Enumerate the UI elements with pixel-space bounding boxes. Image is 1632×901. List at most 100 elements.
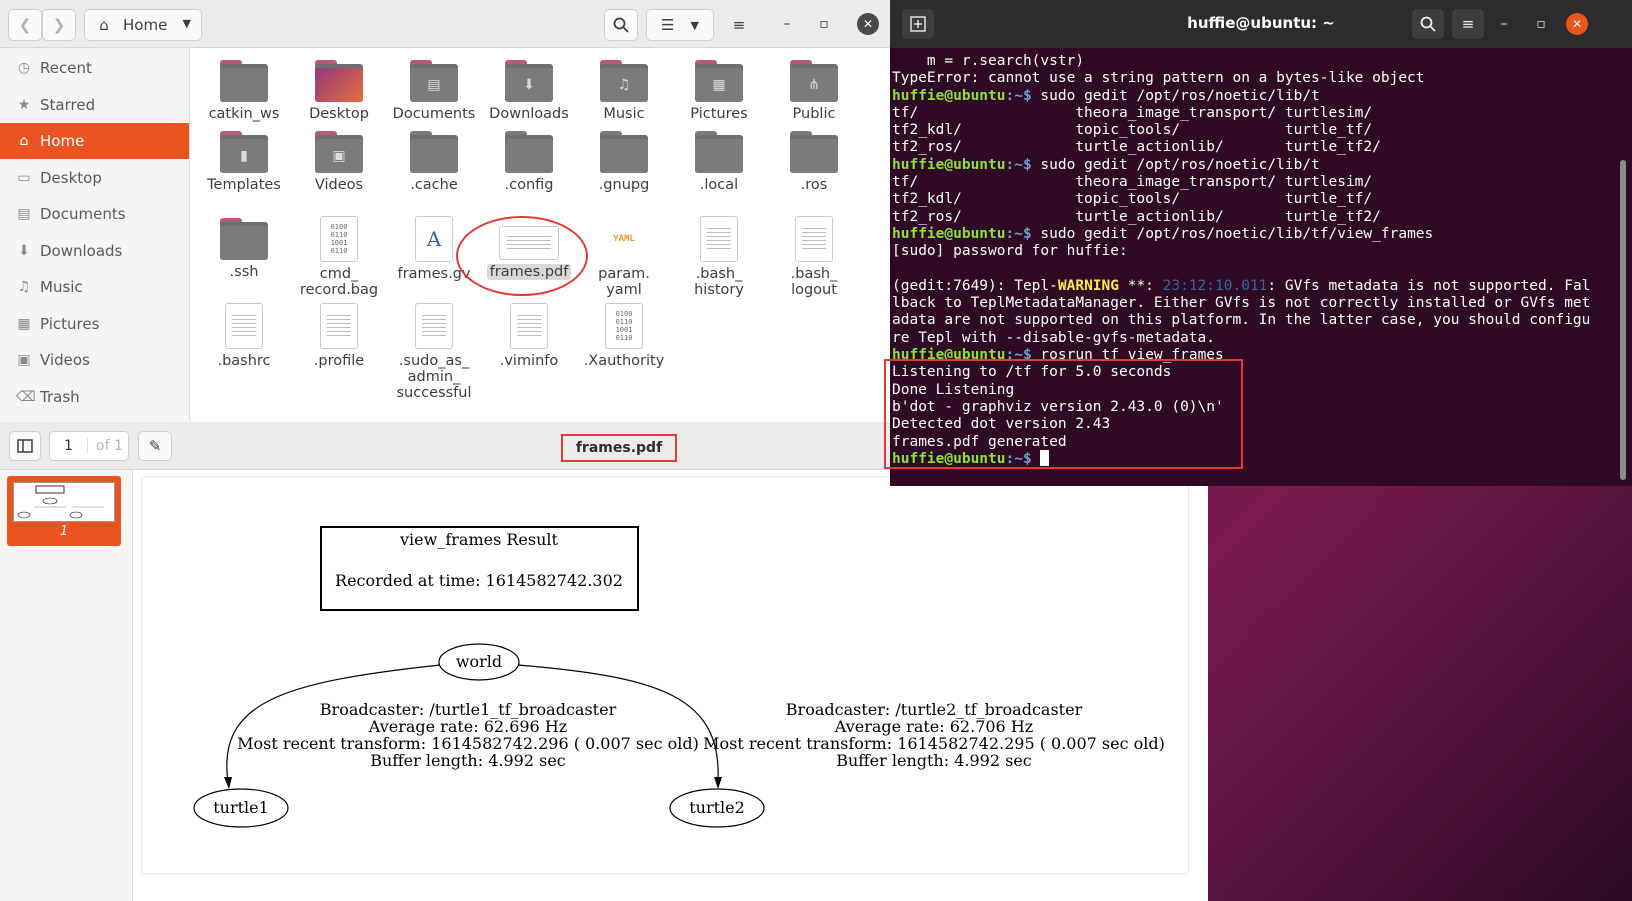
places-sidebar: ◷ Recent ★ Starred ⌂ Home ▭ Desktop ▤ Documents ⬇ D… — [0, 48, 190, 422]
minimize-icon: – — [1500, 16, 1508, 32]
sidebar-item-documents[interactable]: ▤ Documents — [0, 196, 189, 232]
file-label: Documents — [392, 106, 476, 122]
tf-frames-graph: view_frames Result Recorded at time: 161… — [193, 526, 1165, 828]
terminal-scrollbar[interactable] — [1620, 160, 1626, 480]
terminal-minimize-button[interactable]: – — [1493, 13, 1515, 35]
close-icon: ✕ — [1571, 17, 1583, 31]
annotate-button[interactable]: ✎ — [138, 431, 172, 461]
terminal-line: tf/ theora_image_transport/ turtlesim/ — [892, 104, 1610, 121]
sidebar-item-label: Music — [40, 278, 83, 296]
terminal-close-button[interactable]: ✕ — [1566, 13, 1588, 35]
file-item-public[interactable]: ⋔ Public — [766, 50, 862, 122]
file-item-desktop[interactable]: Desktop — [291, 50, 387, 122]
file-item-cmd-record-bag[interactable]: 0100 0110 1001 0110 cmd_ record.bag — [291, 208, 387, 298]
download-icon: ⬇ — [18, 242, 30, 259]
sidebar-item-videos[interactable]: ▣ Videos — [0, 342, 189, 378]
output-text: tf2_ros/ turtle_actionlib/ turtle_tf2/ — [892, 208, 1381, 225]
sidebar-item-trash[interactable]: ⌫ Trash — [0, 379, 189, 415]
close-button[interactable]: ✕ — [857, 13, 879, 35]
file-item-dot-local[interactable]: .local — [671, 121, 767, 193]
file-item-pictures[interactable]: ▦ Pictures — [671, 50, 767, 122]
minimize-button[interactable]: – — [776, 13, 798, 35]
sidebar-item-home[interactable]: ⌂ Home — [0, 123, 189, 159]
view-options-button[interactable]: ☰ ▼ — [646, 9, 714, 41]
file-item-dot-bash-logout[interactable]: .bash_ logout — [766, 208, 862, 298]
trash-icon: ⌫ — [16, 388, 36, 405]
sidebar-item-label: Starred — [40, 95, 96, 114]
list-view-icon: ☰ — [661, 16, 675, 34]
file-item-dot-cache[interactable]: .cache — [386, 121, 482, 193]
menu-button[interactable]: ≡ — [722, 9, 756, 41]
thumbnail-sidebar: 1 — [0, 470, 133, 901]
file-item-dot-bash-history[interactable]: .bash_ history — [671, 208, 767, 298]
file-item-dot-sudo-as-admin-successful[interactable]: .sudo_as_ admin_ successful — [386, 295, 482, 401]
file-item-videos[interactable]: ▣ Videos — [291, 121, 387, 193]
sidebar-item-downloads[interactable]: ⬇ Downloads — [0, 233, 189, 269]
file-item-templates[interactable]: ▮ Templates — [196, 121, 292, 193]
output-text: [sudo] password for huffie: — [892, 243, 1128, 260]
file-item-catkin-ws[interactable]: catkin_ws — [196, 50, 292, 122]
sidebar-item-recent[interactable]: ◷ Recent — [0, 50, 189, 86]
file-item-dot-gnupg[interactable]: .gnupg — [576, 121, 672, 193]
folder-icon — [695, 131, 743, 173]
file-item-dot-bashrc[interactable]: .bashrc — [196, 295, 292, 369]
terminal-search-button[interactable] — [1412, 9, 1444, 39]
sidebar-item-desktop[interactable]: ▭ Desktop — [0, 160, 189, 196]
sidebar-item-music[interactable]: ♫ Music — [0, 269, 189, 305]
terminal-line: tf2_ros/ turtle_actionlib/ turtle_tf2/ — [892, 208, 1610, 225]
file-item-downloads[interactable]: ⬇ Downloads — [481, 50, 577, 122]
edge1-buffer: Buffer length: 4.992 sec — [370, 751, 566, 770]
file-label: .bashrc — [217, 353, 271, 369]
location-path-bar[interactable]: ⌂ Home ▼ — [84, 9, 202, 41]
output-text: m = r.search(vstr) — [892, 53, 1085, 69]
file-item-dot-xauthority[interactable]: 0100 0110 1001 0110 .Xauthority — [576, 295, 672, 369]
text-file-icon — [320, 303, 358, 349]
edge2-buffer: Buffer length: 4.992 sec — [836, 751, 1032, 770]
chevron-left-icon: ❮ — [18, 16, 32, 34]
file-label: Templates — [207, 177, 281, 193]
chevron-right-icon: ❯ — [52, 16, 66, 34]
file-item-documents[interactable]: ▤ Documents — [386, 50, 482, 122]
sidebar-item-pictures[interactable]: ▦ Pictures — [0, 306, 189, 342]
terminal-maximize-button[interactable]: ▫ — [1530, 13, 1552, 35]
file-item-dot-config[interactable]: .config — [481, 121, 577, 193]
file-item-param-yaml[interactable]: YAML param. yaml — [576, 208, 672, 298]
file-label: .profile — [313, 353, 365, 369]
document-title: frames.pdf — [561, 434, 677, 462]
folder-icon — [410, 131, 458, 173]
search-button[interactable] — [604, 9, 638, 41]
page-number-field[interactable]: 1 of 1 — [49, 431, 129, 461]
file-item-music[interactable]: ♫ Music — [576, 50, 672, 122]
terminal-line: tf2_kdl/ topic_tools/ turtle_tf/ — [892, 121, 1610, 138]
terminal-title: huffie@ubuntu: ~ — [1187, 14, 1335, 32]
current-page[interactable]: 1 — [50, 438, 88, 454]
sidebar-item-label: Home — [40, 132, 85, 150]
file-label: .viminfo — [499, 353, 559, 369]
terminal-line: TypeError: cannot use a string pattern o… — [892, 69, 1610, 86]
sidebar-item-label: Trash — [40, 387, 80, 406]
terminal-menu-button[interactable]: ≡ — [1452, 9, 1484, 39]
chevron-down-icon: ▼ — [690, 18, 699, 32]
warning-post: : GVfs metadata is not supported. Fal — [1267, 277, 1591, 294]
file-label: catkin_ws — [208, 106, 280, 122]
file-item-dot-ros[interactable]: .ros — [766, 121, 862, 193]
file-item-dot-ssh[interactable]: .ssh — [196, 208, 292, 280]
back-button[interactable]: ❮ — [8, 9, 42, 41]
sidebar-item-label: Pictures — [40, 314, 100, 333]
page-thumbnail[interactable]: 1 — [7, 476, 121, 546]
edge-arrow-turtle2 — [714, 777, 722, 789]
maximize-icon: ▫ — [1536, 16, 1546, 32]
text-file-icon — [510, 303, 548, 349]
sidebar-item-starred[interactable]: ★ Starred — [0, 87, 189, 123]
file-label: Public — [792, 106, 836, 122]
folder-icon: ▮ — [220, 131, 268, 173]
file-label: .ros — [800, 177, 828, 193]
binary-file-icon: 0100 0110 1001 0110 — [320, 216, 358, 262]
prompt-path: :~$ — [1005, 156, 1032, 173]
forward-button[interactable]: ❯ — [42, 9, 76, 41]
maximize-button[interactable]: ▫ — [813, 13, 835, 35]
sidebar-toggle-button[interactable] — [9, 431, 41, 461]
file-item-dot-profile[interactable]: .profile — [291, 295, 387, 369]
location-label: Home — [123, 16, 168, 34]
file-item-dot-viminfo[interactable]: .viminfo — [481, 295, 577, 369]
